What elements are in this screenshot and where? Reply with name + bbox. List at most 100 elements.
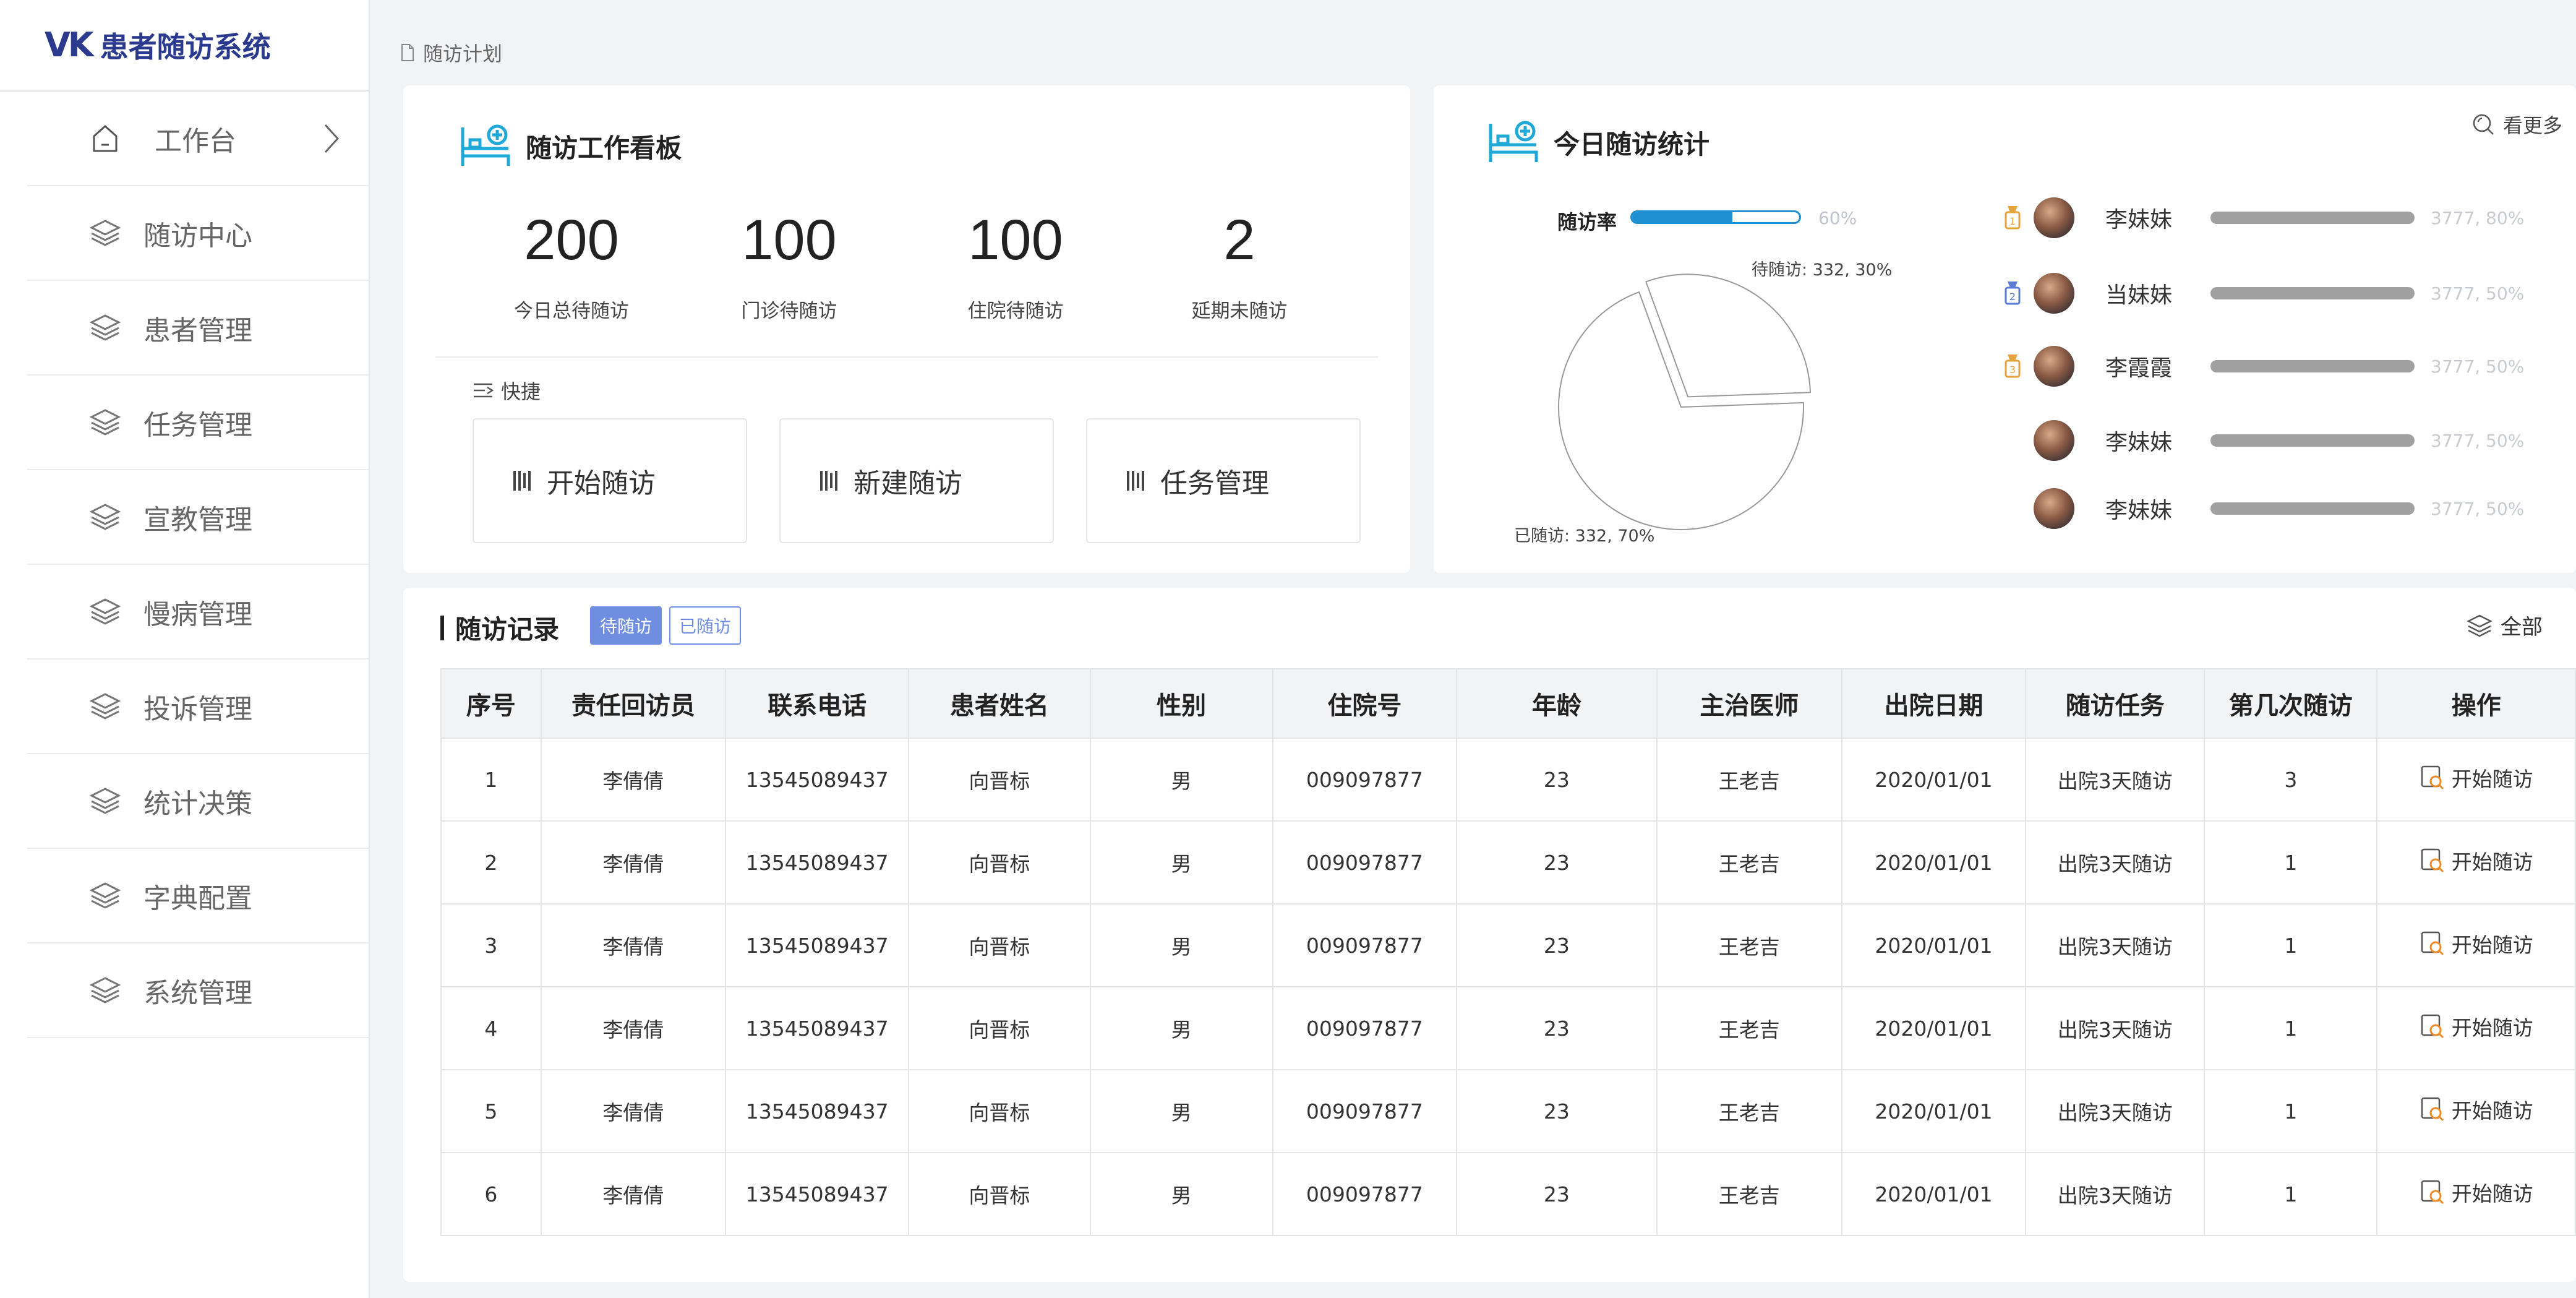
table-cell: 009097877 — [1272, 820, 1458, 905]
ranking-bar — [2210, 287, 2415, 299]
today-title-text: 今日随访统计 — [1554, 129, 1710, 160]
ranking-value: 3777, 50% — [2431, 283, 2525, 304]
rate-progress-fill — [1632, 212, 1732, 222]
records-title-text: 随访记录 — [455, 614, 560, 645]
column-header[interactable]: 联系电话 — [725, 668, 910, 739]
column-header[interactable]: 随访任务 — [2025, 668, 2206, 739]
stat-label: 今日总待随访 — [514, 300, 629, 322]
kanban-card: 随访工作看板 200 今日总待随访 100 门诊待随访 100 住院待随访 2 … — [403, 85, 1410, 573]
table-cell: 王老吉 — [1656, 1069, 1842, 1153]
tab-done[interactable]: 已随访 — [669, 606, 742, 645]
sidebar-item-8[interactable]: 统计决策 — [27, 754, 369, 849]
table-cell: 2020/01/01 — [1841, 737, 2027, 822]
ranking-value: 3777, 50% — [2431, 356, 2525, 377]
rate-progress-bar — [1630, 210, 1801, 224]
sidebar-item-1[interactable]: 工作台 — [27, 92, 369, 186]
start-followup-link[interactable]: 开始随访 — [2420, 1094, 2533, 1124]
column-header[interactable]: 第几次随访 — [2204, 668, 2378, 739]
table-row: 1 李倩倩 13545089437 向晋标男 009097877 23 王老吉 2020/01… — [440, 737, 2576, 822]
column-header[interactable]: 操作 — [2376, 668, 2576, 739]
stat-label: 延期未随访 — [1191, 300, 1288, 322]
see-more-link[interactable]: 看更多 — [2471, 110, 2562, 139]
layers-icon — [89, 974, 121, 1007]
medal-icon: 2 — [2003, 280, 2022, 306]
rate-label: 随访率 — [1557, 210, 1617, 234]
action-label: 开始随访 — [2451, 850, 2533, 874]
today-title: 今日随访统计 — [1487, 118, 1709, 167]
table-cell: 1 — [2204, 903, 2378, 987]
column-header[interactable]: 住院号 — [1272, 668, 1458, 739]
tab-pending[interactable]: 待随访 — [590, 606, 662, 645]
column-header[interactable]: 主治医师 — [1656, 668, 1842, 739]
table-cell: 13545089437 — [725, 1069, 910, 1153]
sidebar-item-10[interactable]: 系统管理 — [27, 943, 369, 1038]
table-cell: 13545089437 — [725, 1152, 910, 1236]
start-followup-link[interactable]: 开始随访 — [2420, 763, 2533, 793]
hospital-bed-icon — [1489, 121, 1538, 162]
action-label: 开始随访 — [2451, 1099, 2533, 1123]
column-header[interactable]: 年龄 — [1456, 668, 1658, 739]
ranking-name: 李霞霞 — [2105, 356, 2173, 381]
home-icon — [89, 122, 121, 155]
avatar — [2034, 273, 2074, 314]
task-management-button[interactable]: 任务管理 — [1086, 418, 1361, 543]
column-header[interactable]: 性别 — [1089, 668, 1273, 739]
stat-inpatient: 100 住院待随访 — [923, 208, 1108, 323]
table-cell: 23 — [1456, 1152, 1658, 1236]
ranking-row: 3 李霞霞 3777, 50% — [2003, 342, 2524, 391]
table-cell: 13545089437 — [725, 737, 910, 822]
sidebar-item-label: 随访中心 — [143, 220, 252, 252]
column-header[interactable]: 出院日期 — [1841, 668, 2027, 739]
table-cell: 男 — [1089, 737, 1273, 822]
sidebar-item-2[interactable]: 随访中心 — [27, 186, 369, 281]
medal-rank: 2 — [2009, 291, 2016, 303]
hospital-bed-icon — [461, 124, 510, 166]
column-header[interactable]: 序号 — [440, 668, 542, 739]
sidebar-item-4[interactable]: 任务管理 — [27, 376, 369, 470]
layers-icon — [2467, 614, 2493, 637]
sidebar-item-3[interactable]: 患者管理 — [27, 281, 369, 376]
sidebar-item-6[interactable]: 慢病管理 — [27, 565, 369, 660]
table-row: 2 李倩倩 13545089437 向晋标男 009097877 23 王老吉 2020/01… — [440, 820, 2576, 905]
table-cell: 2020/01/01 — [1841, 1152, 2027, 1236]
start-followup-link[interactable]: 开始随访 — [2420, 929, 2533, 958]
sidebar-item-9[interactable]: 字典配置 — [27, 849, 369, 943]
sidebar-item-7[interactable]: 投诉管理 — [27, 660, 369, 754]
sidebar-item-label: 患者管理 — [143, 314, 252, 346]
table-row: 6 李倩倩 13545089437 向晋标男 009097877 23 王老吉 2020/01… — [440, 1152, 2576, 1236]
start-followup-button[interactable]: 开始随访 — [473, 418, 747, 543]
ranking-row: 1 李妹妹 3777, 80% — [2003, 193, 2524, 243]
new-followup-button[interactable]: 新建随访 — [779, 418, 1054, 543]
chevron-right-icon[interactable] — [319, 120, 344, 157]
table-cell: 1 — [2204, 1069, 2378, 1153]
app-logo[interactable]: VK 患者随访系统 — [0, 0, 369, 92]
stat-label: 门诊待随访 — [741, 300, 837, 322]
start-followup-link[interactable]: 开始随访 — [2420, 1177, 2533, 1207]
pie-label-done: 已随访: 332, 70% — [1514, 527, 1655, 546]
medal-rank: 3 — [2009, 364, 2016, 376]
search-doc-icon — [2421, 1097, 2444, 1122]
table-cell: 2 — [440, 820, 542, 905]
layers-icon — [89, 785, 121, 817]
bars-icon — [820, 471, 837, 491]
column-header[interactable]: 患者姓名 — [908, 668, 1091, 739]
table-cell: 23 — [1456, 737, 1658, 822]
table-cell: 男 — [1089, 1069, 1273, 1153]
sidebar-item-label: 宣教管理 — [143, 504, 252, 536]
ranking-bar — [2210, 212, 2415, 224]
sidebar-item-label: 字典配置 — [143, 882, 252, 914]
table-cell: 出院3天随访 — [2025, 903, 2206, 987]
all-button[interactable]: 全部 — [2466, 610, 2543, 640]
start-followup-link[interactable]: 开始随访 — [2420, 846, 2533, 875]
stat-overdue: 2 延期未随访 — [1147, 208, 1332, 323]
sidebar-item-5[interactable]: 宣教管理 — [27, 470, 369, 565]
action-label: 开始随访 — [2451, 933, 2533, 957]
sidebar-item-label: 工作台 — [155, 125, 236, 157]
see-more-label: 看更多 — [2502, 114, 2562, 137]
table-cell-action: 开始随访 — [2376, 737, 2576, 822]
ranking-name: 李妹妹 — [2105, 207, 2173, 233]
start-followup-link[interactable]: 开始随访 — [2420, 1012, 2533, 1041]
column-header[interactable]: 责任回访员 — [540, 668, 727, 739]
table-row: 5 李倩倩 13545089437 向晋标男 009097877 23 王老吉 2020/01… — [440, 1069, 2576, 1153]
table-cell: 出院3天随访 — [2025, 986, 2206, 1070]
